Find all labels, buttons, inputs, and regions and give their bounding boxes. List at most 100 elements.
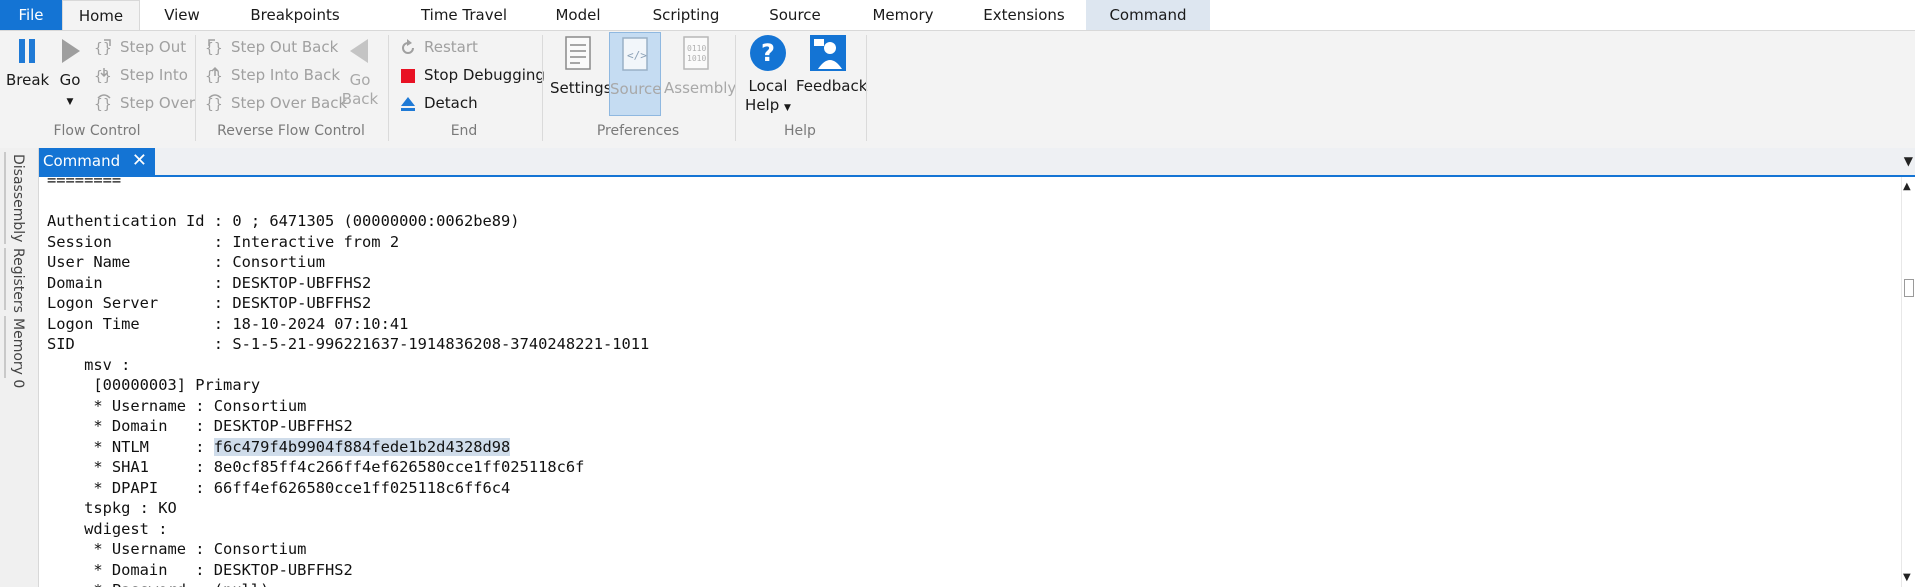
step-over-back-button[interactable]: {} Step Over Back — [205, 91, 347, 115]
command-tab-title: Command — [43, 152, 121, 170]
tab-overflow-dropdown-icon[interactable]: ▼ — [1904, 154, 1913, 168]
command-output-text: ======== Authentication Id : 0 ; 6471305… — [47, 177, 649, 587]
detach-button[interactable]: Detach — [398, 91, 478, 115]
feedback-user-icon — [810, 35, 846, 71]
dock-tab-registers[interactable]: Registers — [10, 248, 26, 313]
step-into-label: Step Into — [120, 66, 188, 84]
tab-scripting[interactable]: Scripting — [638, 0, 734, 30]
restart-icon — [398, 38, 418, 58]
tab-source[interactable]: Source — [755, 0, 835, 30]
group-label-reverse-flow-control: Reverse Flow Control — [217, 123, 365, 139]
step-into-button[interactable]: {} Step Into — [94, 63, 188, 87]
restart-label: Restart — [424, 38, 478, 56]
tab-command-window[interactable]: Command ✕ — [39, 148, 155, 175]
tab-model[interactable]: Model — [542, 0, 614, 30]
vertical-scrollbar[interactable]: ▲ ▼ — [1901, 177, 1915, 587]
svg-text:1010: 1010 — [687, 54, 706, 63]
pause-icon — [19, 39, 35, 63]
tab-file[interactable]: File — [0, 0, 62, 30]
svg-text:{}: {} — [205, 69, 223, 85]
local-help-label-1: Local — [748, 77, 788, 95]
go-button[interactable]: Go ▼ — [54, 35, 86, 108]
stop-debugging-label: Stop Debugging — [424, 66, 545, 84]
feedback-label: Feedback — [796, 77, 868, 95]
go-label: Go — [59, 71, 81, 89]
local-help-button[interactable]: ? Local Help ▼ — [744, 33, 792, 118]
output-text-after: * SHA1 : 8e0cf85ff4c266ff4ef626580cce1ff… — [84, 458, 585, 587]
svg-text:{}: {} — [94, 69, 112, 85]
assembly-mode-label: Assembly — [664, 79, 737, 97]
step-over-button[interactable]: {} Step Over — [94, 91, 195, 115]
step-out-label: Step Out — [120, 38, 187, 56]
help-question-icon: ? — [750, 35, 786, 71]
play-icon — [62, 39, 80, 63]
dock-tab-indicator — [4, 248, 6, 310]
close-icon[interactable]: ✕ — [132, 148, 147, 174]
step-out-button[interactable]: {} Step Out — [94, 35, 186, 59]
local-help-label-2: Help — [745, 96, 780, 114]
left-dock-panel: Disassembly Registers Memory 0 — [0, 148, 39, 587]
tab-breakpoints[interactable]: Breakpoints — [225, 0, 365, 30]
step-over-icon: {} — [94, 93, 114, 114]
step-over-back-icon: {} — [205, 93, 225, 114]
svg-text:?: ? — [761, 39, 775, 67]
play-back-icon — [350, 39, 368, 63]
step-out-icon: {} — [94, 38, 114, 58]
selected-ntlm-hash: f6c479f4b9904f884fede1b2d4328d98 — [213, 437, 511, 456]
break-button[interactable]: Break — [6, 35, 50, 90]
svg-text:{}: {} — [94, 97, 112, 113]
group-label-help: Help — [784, 123, 816, 139]
eject-icon — [398, 94, 418, 114]
step-out-back-icon: {} — [205, 38, 225, 58]
group-separator — [866, 35, 867, 141]
tab-home[interactable]: Home — [62, 0, 140, 30]
svg-text:0110: 0110 — [687, 44, 706, 53]
settings-label: Settings — [550, 79, 612, 97]
restart-button[interactable]: Restart — [398, 35, 478, 59]
break-label: Break — [6, 71, 50, 89]
feedback-button[interactable]: Feedback — [796, 33, 868, 96]
svg-text:{}: {} — [205, 97, 223, 113]
go-back-label-1: Go — [349, 71, 371, 89]
source-mode-label: Source — [610, 80, 662, 98]
assembly-binary-icon: 0110 1010 — [683, 36, 709, 70]
scrollbar-thumb[interactable] — [1904, 279, 1914, 297]
step-into-back-icon: {} — [205, 66, 225, 86]
chevron-down-icon: ▼ — [784, 103, 791, 113]
dock-tab-indicator — [4, 316, 6, 378]
scroll-up-arrow-icon[interactable]: ▲ — [1903, 181, 1911, 192]
step-over-label: Step Over — [120, 94, 195, 112]
step-into-back-label: Step Into Back — [231, 66, 341, 84]
dock-tab-indicator — [4, 152, 6, 244]
dock-tab-disassembly[interactable]: Disassembly — [10, 154, 26, 242]
stop-icon — [398, 66, 418, 86]
tab-memory[interactable]: Memory — [860, 0, 946, 30]
svg-text:</>: </> — [627, 49, 647, 62]
step-into-back-button[interactable]: {} Step Into Back — [205, 63, 340, 87]
tab-extensions[interactable]: Extensions — [974, 0, 1074, 30]
go-back-label-2: Back — [341, 90, 379, 108]
tab-view[interactable]: View — [146, 0, 218, 30]
document-tab-strip: Command ✕ ▼ — [39, 148, 1915, 177]
ribbon: Break Go ▼ {} Step Out {} Step Into {} Step… — [0, 30, 1915, 148]
group-label-end: End — [450, 123, 478, 139]
settings-button[interactable]: Settings — [550, 35, 612, 98]
command-output-pane[interactable]: ======== Authentication Id : 0 ; 6471305… — [39, 177, 1901, 587]
chevron-down-icon: ▼ — [66, 97, 74, 107]
dock-tab-memory-0[interactable]: Memory 0 — [10, 318, 26, 388]
step-over-back-label: Step Over Back — [231, 94, 348, 112]
source-code-icon: </> — [622, 37, 648, 71]
assembly-mode-button[interactable]: 0110 1010 Assembly — [664, 35, 737, 98]
group-label-flow-control: Flow Control — [53, 123, 141, 139]
detach-label: Detach — [424, 94, 478, 112]
group-label-preferences: Preferences — [596, 123, 680, 139]
stop-debugging-button[interactable]: Stop Debugging — [398, 63, 545, 87]
output-text-before: ======== Authentication Id : 0 ; 6471305… — [47, 177, 650, 456]
step-out-back-button[interactable]: {} Step Out Back — [205, 35, 338, 59]
source-mode-button[interactable]: </> Source — [609, 32, 662, 116]
tab-command[interactable]: Command — [1086, 0, 1210, 30]
step-into-icon: {} — [94, 66, 114, 86]
scroll-down-arrow-icon[interactable]: ▼ — [1903, 572, 1911, 583]
tab-time-travel[interactable]: Time Travel — [405, 0, 523, 30]
go-back-button[interactable]: Go Back — [340, 35, 380, 109]
